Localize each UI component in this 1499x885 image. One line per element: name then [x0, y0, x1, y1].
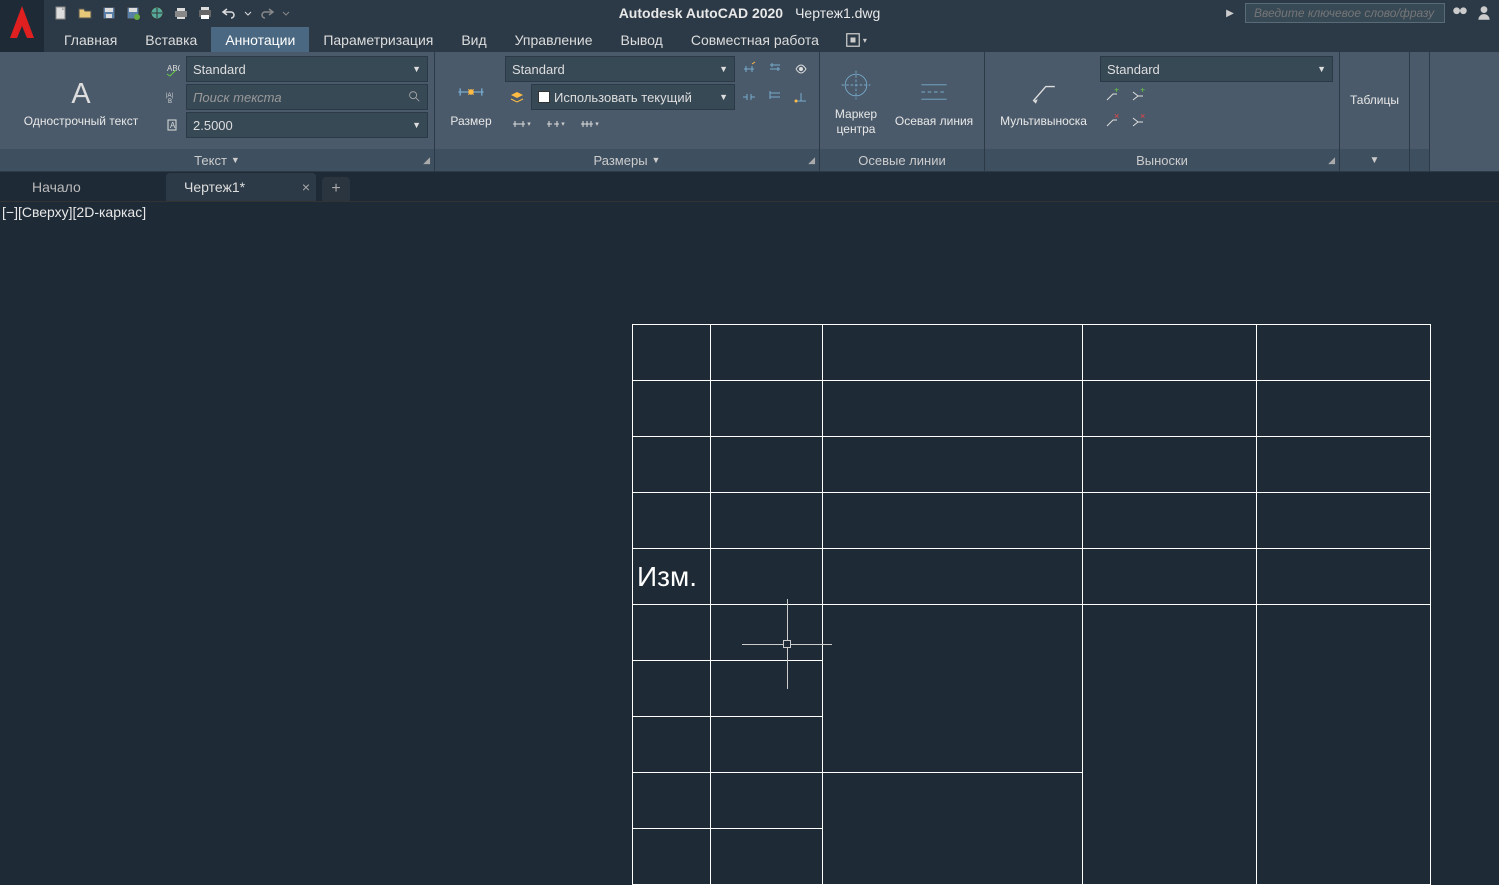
leader-style-dropdown[interactable]: Standard▼ — [1100, 56, 1333, 82]
leader-add-icon[interactable]: + — [1100, 84, 1124, 108]
ribbon: A Однострочный текст ABC Standard▼ |A|B … — [0, 52, 1499, 172]
find-text-input[interactable]: Поиск текста — [186, 84, 428, 110]
tab-insert[interactable]: Вставка — [131, 27, 211, 52]
dim-baseline-icon[interactable] — [763, 85, 787, 109]
undo-more-icon[interactable] — [242, 2, 254, 24]
center-line-button[interactable]: Осевая линия — [890, 56, 978, 147]
dim-inspect-icon[interactable] — [789, 57, 813, 81]
panel-tables: Таблицы ▼ — [1340, 52, 1410, 171]
drawing-table: Изм. — [632, 324, 1431, 885]
text-justify-icon[interactable]: |A|B — [160, 85, 184, 109]
svg-text:×: × — [1114, 114, 1119, 121]
dim-linear-icon[interactable]: ▾ — [505, 112, 537, 136]
tab-collab[interactable]: Совместная работа — [677, 27, 833, 52]
tab-addins-icon[interactable]: ▾ — [843, 28, 867, 52]
viewport-controls[interactable]: [−][Сверху][2D-каркас] — [2, 204, 146, 220]
web-icon[interactable] — [146, 2, 168, 24]
drawing-cell-text: Изм. — [633, 561, 710, 593]
document-tabs: Начало Чертеж1*× + — [0, 172, 1499, 202]
color-swatch-icon — [538, 91, 550, 103]
dimension-button[interactable]: Размер — [441, 56, 501, 147]
dim-update-icon[interactable] — [737, 57, 761, 81]
contact-icon[interactable] — [1451, 4, 1469, 22]
dim-button-label: Размер — [450, 114, 491, 128]
svg-text:ABC: ABC — [167, 64, 180, 73]
dim-quick-icon[interactable]: ▾ — [539, 112, 571, 136]
spellcheck-icon[interactable]: ABC — [160, 57, 184, 81]
quick-access-toolbar — [50, 2, 292, 24]
redo-icon[interactable] — [256, 2, 278, 24]
title-center: Autodesk AutoCAD 2020 Чертеж1.dwg — [619, 5, 881, 21]
svg-text:B: B — [168, 99, 172, 105]
close-icon[interactable]: × — [302, 179, 310, 195]
crosshair-pickbox — [783, 640, 791, 648]
panel-leader-expand-icon[interactable]: ◢ — [1328, 155, 1335, 166]
tables-button[interactable]: Таблицы — [1342, 54, 1407, 147]
undo-icon[interactable] — [218, 2, 240, 24]
leader-remove-icon[interactable]: × — [1100, 110, 1124, 134]
tab-home[interactable]: Главная — [50, 27, 131, 52]
leader-align-icon[interactable]: + — [1126, 84, 1150, 108]
dim-style-dropdown[interactable]: Standard▼ — [505, 56, 735, 82]
panel-frame — [1410, 52, 1430, 171]
tables-label: Таблицы — [1350, 93, 1399, 107]
dim-continue-icon[interactable] — [737, 85, 761, 109]
print-icon[interactable] — [194, 2, 216, 24]
panel-dimensions: Размер Standard▼ Использовать текущий▼ — [435, 52, 820, 171]
ribbon-tabs: Главная Вставка Аннотации Параметризация… — [0, 26, 1499, 52]
text-height-dropdown[interactable]: 2.5000▼ — [186, 112, 428, 138]
tab-manage[interactable]: Управление — [501, 27, 607, 52]
panel-dim-expand-icon[interactable]: ◢ — [808, 155, 815, 166]
saveas-icon[interactable] — [122, 2, 144, 24]
panel-text: A Однострочный текст ABC Standard▼ |A|B … — [0, 52, 435, 171]
tab-output[interactable]: Вывод — [607, 27, 677, 52]
text-height-icon[interactable]: A — [160, 113, 184, 137]
svg-text:×: × — [1140, 114, 1145, 121]
doc-tab-active[interactable]: Чертеж1*× — [166, 173, 316, 201]
drawing-viewport[interactable]: [−][Сверху][2D-каркас] Изм. — [0, 202, 1499, 883]
redo-more-icon[interactable] — [280, 2, 292, 24]
center-mark-label: Маркер центра — [835, 107, 877, 136]
doc-tab-start[interactable]: Начало — [14, 173, 164, 201]
dim-chain-icon[interactable]: ▾ — [573, 112, 605, 136]
open-icon[interactable] — [74, 2, 96, 24]
dim-layer-icon[interactable] — [505, 85, 529, 109]
dim-ordinate-icon[interactable] — [789, 85, 813, 109]
search-icon — [407, 89, 421, 106]
panel-centerlines: Маркер центра Осевая линия Осевые линии — [820, 52, 985, 171]
plot-icon[interactable] — [170, 2, 192, 24]
center-mark-button[interactable]: Маркер центра — [826, 56, 886, 147]
svg-text:+: + — [1140, 88, 1145, 95]
text-button[interactable]: A Однострочный текст — [6, 56, 156, 147]
new-icon[interactable] — [50, 2, 72, 24]
new-tab-button[interactable]: + — [322, 177, 350, 201]
panel-text-expand-icon[interactable]: ◢ — [423, 155, 430, 166]
text-style-dropdown[interactable]: Standard▼ — [186, 56, 428, 82]
user-icon[interactable] — [1475, 4, 1493, 22]
play-icon[interactable]: ▶ — [1221, 4, 1239, 22]
file-name: Чертеж1.dwg — [795, 5, 880, 21]
multileader-button[interactable]: Мультивыноска — [991, 56, 1096, 147]
svg-text:A: A — [71, 78, 91, 110]
panel-leaders: Мультивыноска Standard▼ + + × × Выноски◢ — [985, 52, 1340, 171]
multileader-label: Мультивыноска — [1000, 114, 1087, 128]
svg-text:+: + — [1114, 88, 1119, 95]
save-icon[interactable] — [98, 2, 120, 24]
text-button-label: Однострочный текст — [24, 114, 138, 128]
tab-view[interactable]: Вид — [447, 27, 500, 52]
center-line-label: Осевая линия — [895, 114, 973, 128]
title-bar: Autodesk AutoCAD 2020 Чертеж1.dwg ▶ — [0, 0, 1499, 26]
app-name: Autodesk AutoCAD 2020 — [619, 5, 783, 21]
tab-parametric[interactable]: Параметризация — [309, 27, 447, 52]
dim-layer-dropdown[interactable]: Использовать текущий▼ — [531, 84, 735, 110]
keyword-search-input[interactable] — [1245, 3, 1445, 23]
dim-override-icon[interactable] — [763, 57, 787, 81]
app-logo-button[interactable] — [0, 0, 44, 52]
tab-annotate[interactable]: Аннотации — [211, 27, 309, 52]
leader-collect-icon[interactable]: × — [1126, 110, 1150, 134]
svg-text:A: A — [170, 121, 176, 130]
